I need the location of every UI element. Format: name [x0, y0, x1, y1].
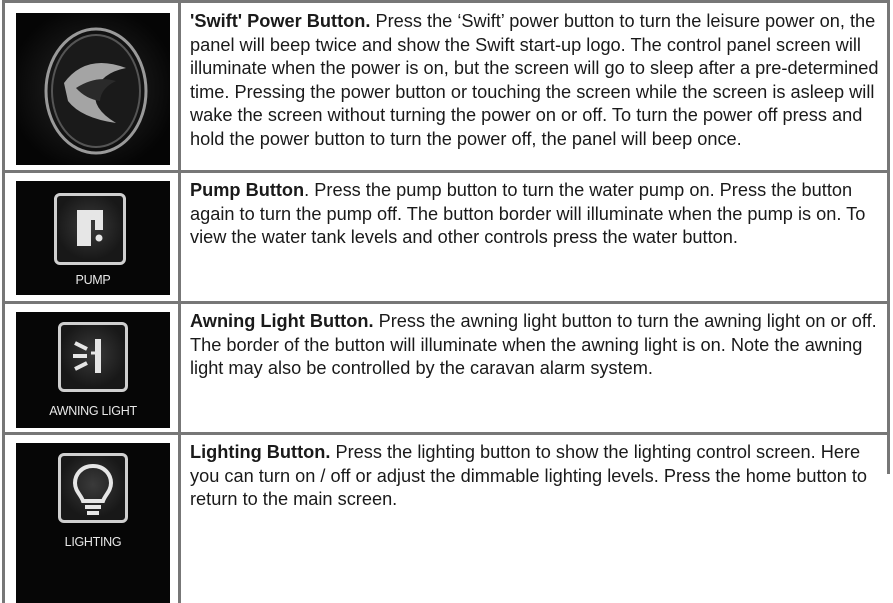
tap-icon	[77, 210, 103, 246]
row-title: 'Swift' Power Button.	[190, 11, 371, 31]
wall-lamp-icon	[73, 339, 101, 373]
awning-button-photo: AWNING LIGHT	[16, 312, 170, 428]
light-bulb-icon	[72, 463, 114, 515]
row-title: Lighting Button.	[190, 442, 331, 462]
row-title: Pump Button	[190, 180, 305, 200]
awning-button-frame	[58, 322, 128, 392]
button-caption: LIGHTING	[64, 535, 122, 549]
pump-button-photo: PUMP	[16, 181, 170, 295]
table-row-pump: PUMP Pump Button. Press the pump button …	[2, 170, 890, 301]
lighting-description: Lighting Button. Press the lighting butt…	[190, 441, 880, 512]
table-row-power: 'Swift' Power Button. Press the ‘Swift’ …	[2, 0, 890, 170]
swift-logo-icon	[16, 13, 170, 165]
power-description: 'Swift' Power Button. Press the ‘Swift’ …	[190, 10, 880, 151]
lighting-button-frame	[58, 453, 128, 523]
table-row-lighting: LIGHTING Lighting Button. Press the ligh…	[2, 432, 890, 603]
table-row-awning: AWNING LIGHT Awning Light Button. Press …	[2, 301, 890, 432]
power-button-photo	[16, 13, 170, 165]
button-caption: PUMP	[75, 273, 111, 287]
pump-button-frame	[54, 193, 126, 265]
awning-description: Awning Light Button. Press the awning li…	[190, 310, 880, 381]
pump-description: Pump Button. Press the pump button to tu…	[190, 179, 880, 250]
lighting-button-photo: LIGHTING	[16, 443, 170, 603]
row-body: Press the ‘Swift’ power button to turn t…	[190, 11, 879, 149]
button-caption: AWNING LIGHT	[49, 404, 137, 418]
row-title: Awning Light Button.	[190, 311, 374, 331]
